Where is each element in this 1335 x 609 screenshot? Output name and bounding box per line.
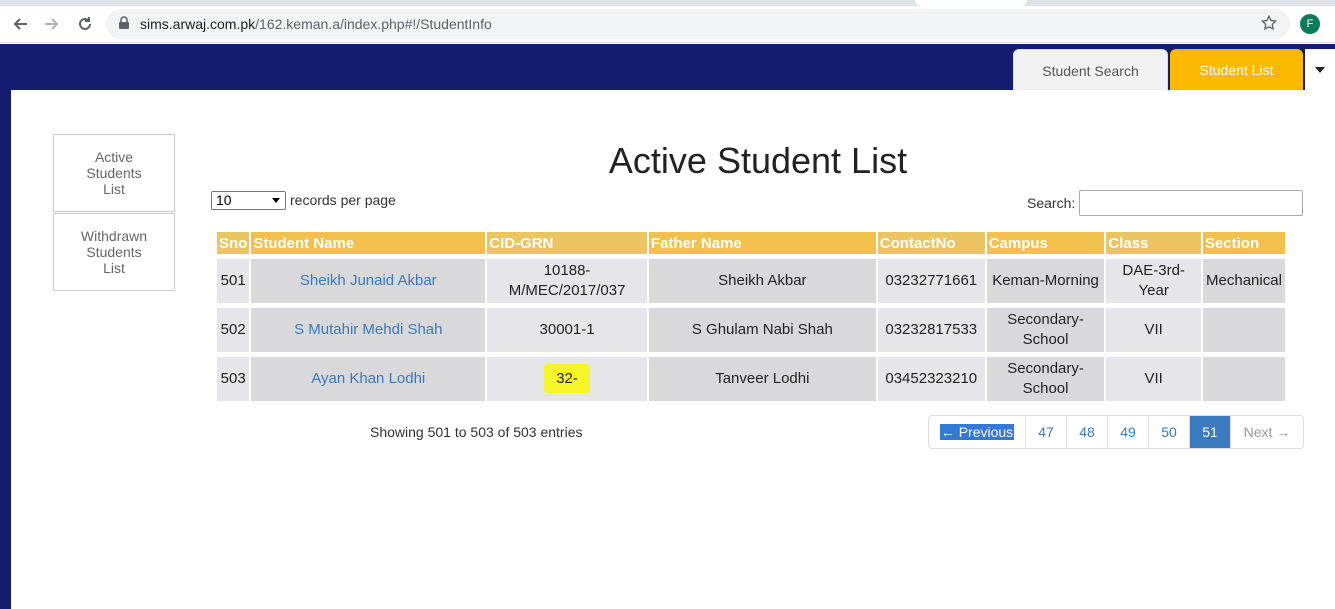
tab-student-search[interactable]: Student Search [1013, 49, 1168, 91]
cell-campus: Secondary-School [986, 303, 1107, 352]
cell-section [1202, 352, 1287, 401]
forward-icon[interactable] [40, 12, 64, 36]
side-menu: Active Students List Withdrawn Students … [53, 134, 175, 292]
cell-student-name: S Mutahir Mehdi Shah [251, 303, 488, 352]
cell-section: Mechanical [1202, 254, 1287, 303]
student-name-link[interactable]: Sheikh Junaid Akbar [300, 272, 437, 289]
sidebar-item-active-students[interactable]: Active Students List [53, 134, 175, 212]
cell-father-name: S Ghulam Nabi Shah [648, 303, 878, 352]
select-caret-icon [272, 198, 280, 203]
cell-campus: Secondary-School [986, 352, 1107, 401]
cell-sno: 502 [217, 303, 252, 352]
table-info: Showing 501 to 503 of 503 entries [370, 424, 583, 440]
previous-page-button[interactable]: ← Previous [929, 416, 1026, 448]
column-header[interactable]: Sno [217, 232, 252, 254]
records-per-page-label: records per page [290, 192, 396, 208]
cell-contact: 03452323210 [877, 352, 987, 401]
cell-contact: 03232817533 [877, 303, 987, 352]
cell-cid-grn: 32- [487, 352, 649, 401]
page-47-button[interactable]: 47 [1026, 416, 1067, 448]
page-49-button[interactable]: 49 [1108, 416, 1149, 448]
lock-icon [118, 16, 130, 35]
cell-class: DAE-3rd-Year [1106, 254, 1203, 303]
page-title: Active Student List [608, 140, 908, 181]
tab-student-list[interactable]: Student List [1170, 49, 1303, 91]
cell-sno: 501 [217, 254, 252, 303]
column-header[interactable]: Campus [986, 232, 1107, 254]
table-header-row: Sno Student Name CID-GRN Father Name Con… [217, 232, 1287, 254]
search-input[interactable] [1079, 190, 1303, 216]
pagination: ← Previous 47 48 49 50 51 Next → [928, 415, 1304, 449]
column-header[interactable]: Student Name [251, 232, 488, 254]
profile-avatar[interactable]: F [1300, 14, 1320, 34]
column-header[interactable]: Father Name [648, 232, 878, 254]
cell-section [1202, 303, 1287, 352]
page-51-button[interactable]: 51 [1190, 416, 1231, 448]
students-table: Sno Student Name CID-GRN Father Name Con… [217, 232, 1287, 401]
cell-contact: 03232771661 [877, 254, 987, 303]
column-header[interactable]: Class [1106, 232, 1203, 254]
column-header[interactable]: Section [1202, 232, 1287, 254]
table-row: 503 Ayan Khan Lodhi 32- Tanveer Lodhi 03… [217, 352, 1287, 401]
url-path: /162.keman.a/index.php#!/StudentInfo [255, 16, 492, 32]
student-name-link[interactable]: S Mutahir Mehdi Shah [294, 321, 442, 338]
column-header[interactable]: CID-GRN [487, 232, 649, 254]
cell-sno: 503 [217, 352, 252, 401]
next-page-button[interactable]: Next → [1231, 416, 1303, 448]
cell-father-name: Sheikh Akbar [648, 254, 878, 303]
address-bar[interactable]: sims.arwaj.com.pk/162.keman.a/index.php#… [106, 9, 1290, 39]
table-row: 501 Sheikh Junaid Akbar 10188-M/MEC/2017… [217, 254, 1287, 303]
cell-cid-grn: 10188-M/MEC/2017/037 [487, 254, 649, 303]
reload-icon[interactable] [73, 12, 97, 36]
cell-student-name: Ayan Khan Lodhi [251, 352, 488, 401]
cell-student-name: Sheikh Junaid Akbar [251, 254, 488, 303]
cell-campus: Keman-Morning [986, 254, 1107, 303]
bookmark-star-icon[interactable] [1260, 14, 1278, 37]
url-host: sims.arwaj.com.pk [140, 16, 256, 32]
page-50-button[interactable]: 50 [1149, 416, 1190, 448]
cell-cid-grn: 30001-1 [487, 303, 649, 352]
student-name-link[interactable]: Ayan Khan Lodhi [311, 370, 425, 387]
back-icon[interactable] [8, 12, 32, 36]
page-48-button[interactable]: 48 [1067, 416, 1108, 448]
records-per-page-value: 10 [216, 192, 232, 208]
sidebar-item-withdrawn-students[interactable]: Withdrawn Students List [53, 213, 175, 291]
browser-toolbar: sims.arwaj.com.pk/162.keman.a/index.php#… [0, 6, 1335, 43]
highlighted-cid: 32- [544, 364, 590, 393]
cell-class: VII [1106, 303, 1203, 352]
caret-down-icon[interactable] [1305, 49, 1335, 91]
cell-class: VII [1106, 352, 1203, 401]
cell-father-name: Tanveer Lodhi [648, 352, 878, 401]
column-header[interactable]: ContactNo [877, 232, 987, 254]
records-per-page-select[interactable]: 10 [211, 191, 286, 210]
url-text: sims.arwaj.com.pk/162.keman.a/index.php#… [140, 16, 492, 32]
table-row: 502 S Mutahir Mehdi Shah 30001-1 S Ghula… [217, 303, 1287, 352]
previous-label: ← Previous [939, 424, 1015, 440]
search-label: Search: [1027, 195, 1076, 211]
